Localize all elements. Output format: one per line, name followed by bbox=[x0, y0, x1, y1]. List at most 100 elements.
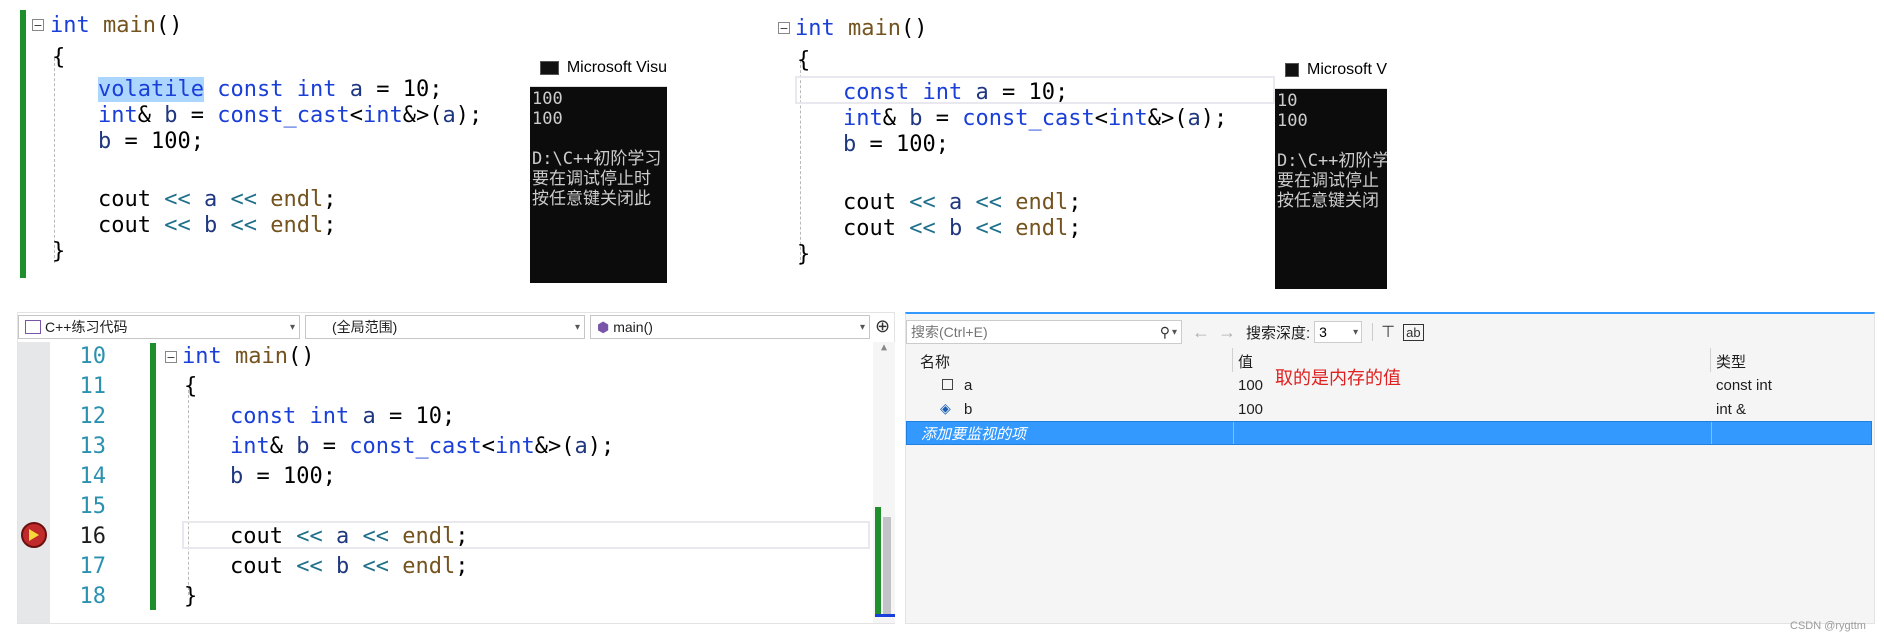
search-depth-dropdown[interactable]: 3 ▾ bbox=[1314, 321, 1363, 343]
code-token: { bbox=[52, 45, 66, 70]
back-arrow-icon[interactable]: ← bbox=[1192, 322, 1210, 343]
code-line[interactable]: { bbox=[52, 43, 65, 73]
code-token: << bbox=[282, 554, 336, 579]
scroll-thumb[interactable] bbox=[883, 517, 891, 617]
code-line[interactable]: b = 100; bbox=[843, 130, 949, 160]
scope-name: (全局范围) bbox=[332, 319, 398, 335]
project-dropdown[interactable]: C++练习代码 ▾ bbox=[18, 315, 300, 339]
code-token: ; bbox=[1068, 216, 1082, 241]
code-token: int bbox=[50, 13, 90, 38]
indent-guide bbox=[188, 390, 189, 595]
collapse-icon[interactable]: − bbox=[165, 351, 177, 363]
console-output: 10 100 D:\C++初阶学 要在调试停止 按任意键关闭 bbox=[1275, 89, 1387, 213]
vertical-scrollbar[interactable]: ▲ bbox=[873, 342, 895, 623]
hex-display-icon[interactable]: ab bbox=[1403, 323, 1424, 341]
code-token: b bbox=[203, 213, 218, 238]
code-line[interactable]: int main() bbox=[795, 14, 927, 44]
code-line[interactable]: b = 100; bbox=[98, 127, 204, 157]
code-token: b bbox=[948, 216, 963, 241]
code-token: ; bbox=[441, 404, 456, 429]
collapse-icon[interactable]: − bbox=[32, 19, 44, 31]
code-line[interactable]: int main() bbox=[182, 342, 314, 372]
code-token: cout bbox=[843, 216, 896, 241]
execution-pointer-icon bbox=[21, 522, 47, 548]
code-token: = 100; bbox=[243, 464, 336, 489]
code-line[interactable]: cout << b << endl; bbox=[98, 211, 336, 241]
code-line[interactable]: } bbox=[184, 582, 197, 612]
search-depth-value: 3 bbox=[1319, 324, 1327, 340]
project-name: C++练习代码 bbox=[45, 319, 128, 335]
chevron-down-icon: ▾ bbox=[1353, 326, 1359, 338]
pin-icon[interactable]: ⊤ bbox=[1381, 322, 1395, 342]
line-number: 17 bbox=[79, 554, 107, 579]
code-token: &>( bbox=[1147, 106, 1188, 131]
line-number: 14 bbox=[79, 464, 107, 489]
console-line: 按任意键关闭 bbox=[1277, 191, 1379, 211]
search-depth-label: 搜索深度: bbox=[1246, 324, 1311, 342]
function-dropdown[interactable]: ⬢ main() ▾ bbox=[590, 315, 870, 339]
search-box[interactable]: ⚲ ▾ bbox=[906, 320, 1182, 344]
code-token: = bbox=[309, 434, 350, 459]
code-line[interactable]: const int a = 10; bbox=[230, 402, 455, 432]
code-token: a bbox=[975, 80, 989, 105]
code-line[interactable]: { bbox=[184, 372, 197, 402]
code-token: cout bbox=[98, 187, 151, 212]
scope-dropdown[interactable]: (全局范围) ▾ bbox=[305, 315, 585, 339]
code-token: & bbox=[882, 106, 910, 131]
code-token: = 100; bbox=[111, 129, 204, 154]
code-token: cout bbox=[843, 190, 896, 215]
column-header-type[interactable]: 类型 bbox=[1716, 351, 1746, 372]
watermark: CSDN @rygttm bbox=[1790, 620, 1866, 632]
line-number: 13 bbox=[79, 434, 107, 459]
code-line[interactable]: } bbox=[52, 237, 65, 267]
search-input[interactable] bbox=[907, 323, 1160, 341]
column-header-value[interactable]: 值 bbox=[1238, 351, 1253, 372]
code-line[interactable]: int& b = const_cast<int&>(a); bbox=[230, 432, 614, 462]
indent-guide bbox=[54, 58, 55, 263]
code-token: } bbox=[52, 239, 66, 264]
scroll-up-icon[interactable]: ▲ bbox=[873, 342, 895, 353]
watch-row-b[interactable]: ◈ b 100 int & bbox=[906, 397, 1872, 421]
code-token: << bbox=[895, 216, 949, 241]
split-editor-icon[interactable]: ⊕ bbox=[875, 316, 890, 337]
forward-arrow-icon[interactable]: → bbox=[1218, 322, 1236, 343]
code-token: b bbox=[296, 434, 310, 459]
code-token: << bbox=[349, 524, 403, 549]
collapse-icon[interactable]: − bbox=[778, 22, 790, 34]
scroll-position-marker bbox=[875, 614, 895, 617]
function-name: main() bbox=[613, 319, 653, 335]
chevron-down-icon[interactable]: ▾ bbox=[1172, 327, 1177, 338]
code-line[interactable]: { bbox=[797, 46, 810, 76]
reference-icon: ◈ bbox=[940, 400, 951, 416]
code-token: endl bbox=[402, 524, 456, 549]
code-token: & bbox=[269, 434, 297, 459]
code-line[interactable]: } bbox=[797, 240, 810, 270]
console-title: Microsoft Visu bbox=[566, 59, 667, 76]
code-token: = 100; bbox=[856, 132, 949, 157]
code-token: < bbox=[349, 103, 363, 128]
search-icon[interactable]: ⚲ bbox=[1160, 324, 1170, 341]
code-token: ); bbox=[1200, 106, 1228, 131]
code-line[interactable]: b = 100; bbox=[230, 462, 336, 492]
code-line[interactable]: int main() bbox=[50, 11, 182, 41]
code-token: = bbox=[922, 106, 963, 131]
code-token: = bbox=[375, 404, 416, 429]
code-line[interactable]: cout << b << endl; bbox=[843, 214, 1081, 244]
variable-icon bbox=[942, 379, 953, 390]
add-watch-row[interactable]: 添加要监视的项 bbox=[906, 421, 1872, 445]
console-line: 100 bbox=[532, 109, 563, 129]
code-line[interactable]: cout << b << endl; bbox=[230, 552, 468, 582]
code-token: << bbox=[150, 213, 204, 238]
column-header-name[interactable]: 名称 bbox=[920, 351, 950, 372]
code-token: &>( bbox=[534, 434, 575, 459]
code-token: { bbox=[184, 374, 198, 399]
code-token: { bbox=[797, 48, 811, 73]
code-token: &>( bbox=[402, 103, 443, 128]
code-line[interactable]: cout << a << endl; bbox=[230, 522, 468, 552]
